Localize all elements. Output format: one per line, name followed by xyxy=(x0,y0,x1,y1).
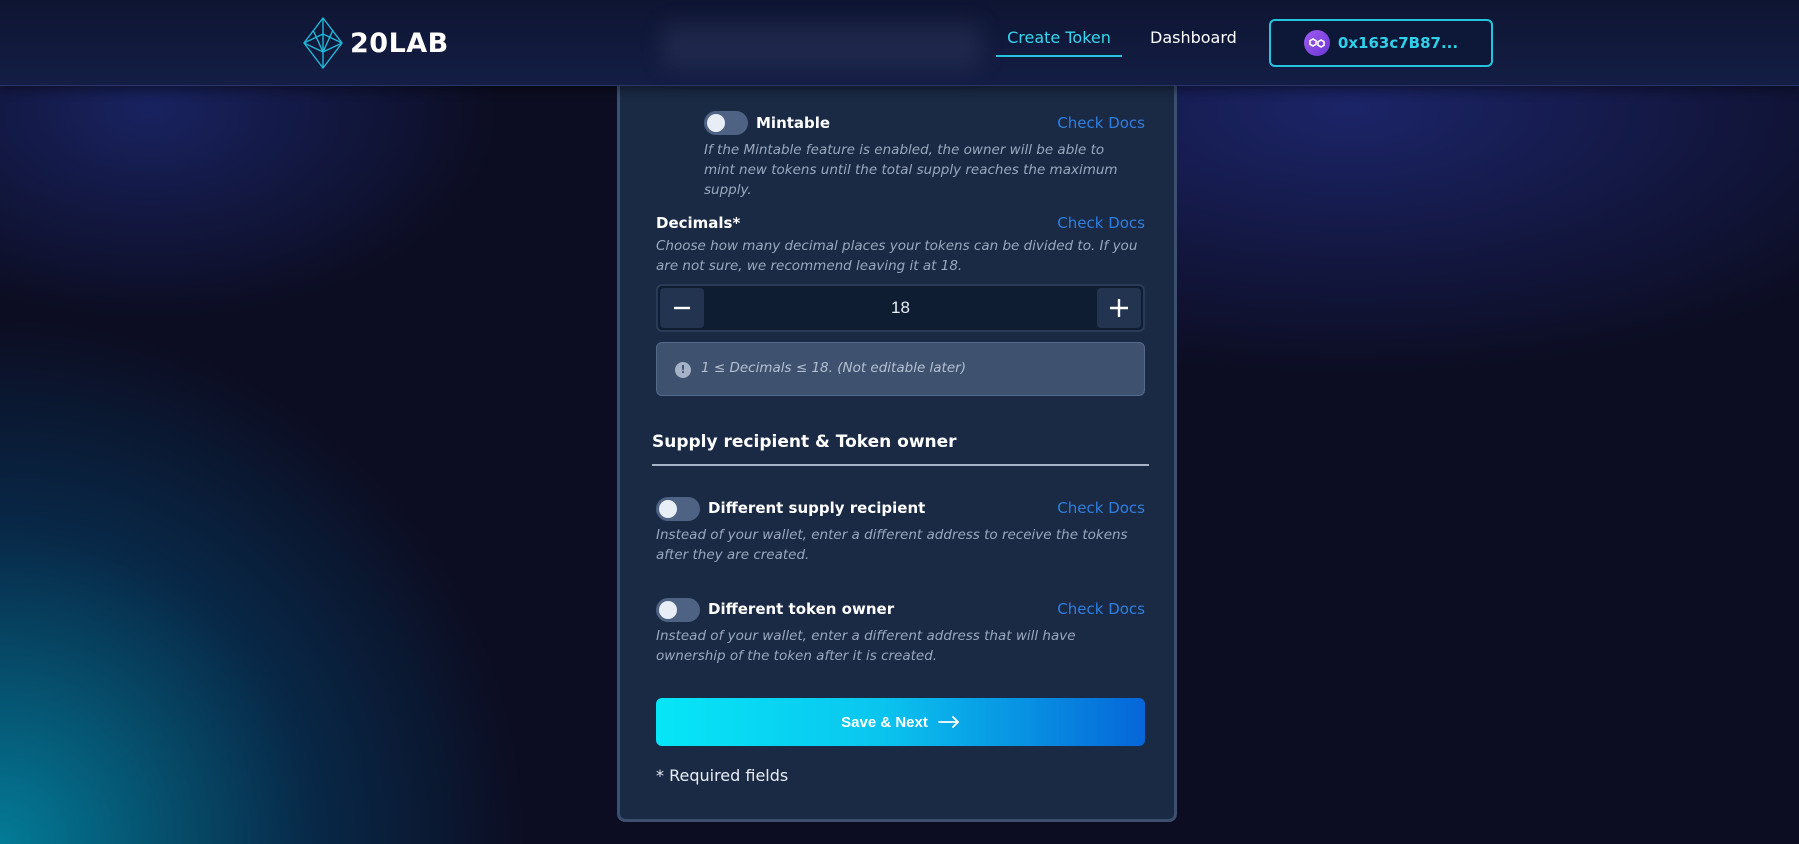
nav-create-token[interactable]: Create Token xyxy=(996,28,1122,57)
supply-recipient-description: Instead of your wallet, enter a differen… xyxy=(656,527,1128,563)
nav-dashboard[interactable]: Dashboard xyxy=(1150,28,1237,47)
logo[interactable]: 20LAB xyxy=(300,16,449,70)
plus-icon xyxy=(1110,299,1128,317)
token-owner-label: Different token owner xyxy=(708,600,895,618)
decimals-hint-text: 1 ≤ Decimals ≤ 18. (Not editable later) xyxy=(701,360,966,376)
supply-recipient-toggle[interactable] xyxy=(656,497,700,521)
decimals-input[interactable] xyxy=(708,286,1093,330)
minus-icon xyxy=(674,306,690,310)
save-next-label: Save & Next xyxy=(841,713,928,731)
wallet-button[interactable]: 0x163c7B87... xyxy=(1269,19,1493,67)
save-next-button[interactable]: Save & Next xyxy=(656,698,1145,746)
logo-text: 20LAB xyxy=(350,27,449,59)
polygon-icon xyxy=(1303,30,1330,56)
decimals-description: Choose how many decimal places your toke… xyxy=(656,238,1138,274)
decimals-check-docs-link[interactable]: Check Docs xyxy=(1045,214,1145,232)
decimals-label: Decimals* xyxy=(656,214,741,232)
blurred-header-overlay xyxy=(662,24,982,68)
toggle-knob xyxy=(707,114,725,132)
decimals-stepper xyxy=(656,284,1145,332)
increment-button[interactable] xyxy=(1097,288,1141,328)
section-title-supply-owner: Supply recipient & Token owner xyxy=(652,432,1149,466)
diamond-logo-icon xyxy=(303,16,343,70)
supply-recipient-check-docs-link[interactable]: Check Docs xyxy=(1045,499,1145,517)
toggle-knob xyxy=(659,500,677,518)
toggle-knob xyxy=(659,601,677,619)
required-fields-note: * Required fields xyxy=(656,766,789,785)
wallet-address: 0x163c7B87... xyxy=(1337,34,1459,52)
mintable-description: If the Mintable feature is enabled, the … xyxy=(704,142,1118,198)
mintable-toggle[interactable] xyxy=(704,111,748,135)
top-header: 20LAB Create Token Dashboard 0x163c7B87.… xyxy=(0,0,1799,86)
decrement-button[interactable] xyxy=(660,288,704,328)
decimals-hint-box: ! 1 ≤ Decimals ≤ 18. (Not editable later… xyxy=(656,342,1145,396)
mintable-label: Mintable xyxy=(756,114,831,132)
create-token-card: Mintable Check Docs If the Mintable feat… xyxy=(617,60,1177,822)
token-owner-toggle[interactable] xyxy=(656,598,700,622)
supply-recipient-label: Different supply recipient xyxy=(708,499,926,517)
token-owner-description: Instead of your wallet, enter a differen… xyxy=(656,628,1076,664)
mintable-check-docs-link[interactable]: Check Docs xyxy=(1045,114,1145,132)
info-exclamation-icon: ! xyxy=(675,362,691,378)
token-owner-check-docs-link[interactable]: Check Docs xyxy=(1045,600,1145,618)
arrow-right-icon xyxy=(937,716,959,728)
